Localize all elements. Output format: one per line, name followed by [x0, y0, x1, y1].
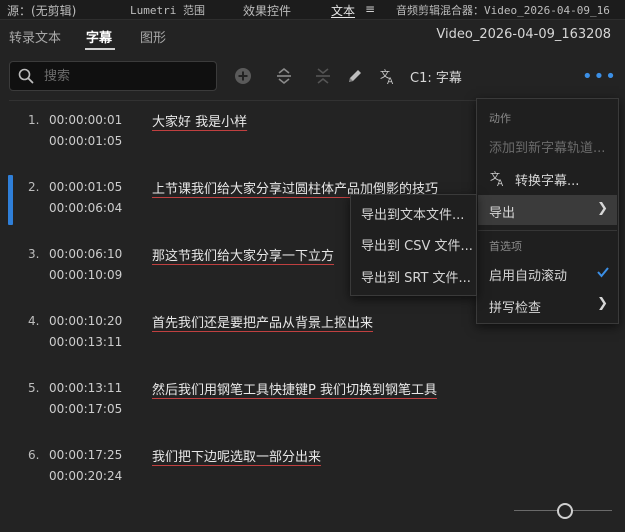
chevron-right-icon: ❯: [597, 296, 608, 311]
caption-number: 4.: [28, 314, 40, 328]
tab-captions[interactable]: 字幕: [86, 27, 112, 46]
caption-end-time[interactable]: 00:00:13:11: [49, 335, 122, 349]
caption-start-time[interactable]: 00:00:01:05: [49, 180, 122, 194]
caption-row[interactable]: 5. 00:00:13:11 00:00:17:05 然后我们用钢笔工具快捷键P…: [0, 378, 625, 440]
menu-divider: [478, 230, 617, 231]
active-tab-indicator: [85, 48, 115, 50]
tab-source[interactable]: 源：(无剪辑): [7, 2, 76, 19]
tab-audio-clip-mixer[interactable]: 音频剪辑混合器：Video_2026-04-09_16: [396, 2, 610, 18]
caption-number: 2.: [28, 180, 40, 194]
caption-text[interactable]: 然后我们用钢笔工具快捷键P 我们切换到钢笔工具: [152, 379, 437, 398]
menu-section-preferences: 首选项: [489, 240, 522, 253]
translate-icon[interactable]: 文A: [378, 66, 398, 86]
panel-tab-bar: 源：(无剪辑) Lumetri 范围 效果控件 文本 ≡ 音频剪辑混合器：Vid…: [0, 0, 625, 20]
menu-item-export[interactable]: 导出: [489, 202, 515, 221]
menu-item-export-srt[interactable]: 导出到 SRT 文件...: [361, 267, 471, 286]
svg-text:A: A: [497, 179, 504, 187]
caption-row[interactable]: 6. 00:00:17:25 00:00:20:24 我们把下边呢选取一部分出来: [0, 445, 625, 507]
add-icon[interactable]: [233, 66, 253, 86]
search-input[interactable]: [42, 65, 211, 87]
caption-start-time[interactable]: 00:00:10:20: [49, 314, 122, 328]
tab-lumetri-scopes[interactable]: Lumetri 范围: [130, 2, 205, 18]
caption-track-label[interactable]: C1: 字幕: [410, 67, 462, 86]
caption-start-time[interactable]: 00:00:17:25: [49, 448, 122, 462]
menu-item-add-to-new-track: 添加到新字幕轨道...: [489, 141, 606, 156]
caption-start-time[interactable]: 00:00:00:01: [49, 113, 122, 127]
merge-icon[interactable]: [313, 66, 333, 86]
search-box: [9, 61, 217, 91]
menu-item-convert-captions[interactable]: 转换字幕...: [515, 170, 579, 189]
menu-item-spellcheck[interactable]: 拼写检查: [489, 297, 541, 316]
caption-text[interactable]: 大家好 我是小样: [152, 111, 247, 130]
caption-end-time[interactable]: 00:00:10:09: [49, 268, 122, 282]
pencil-icon[interactable]: [345, 66, 365, 86]
caption-number: 6.: [28, 448, 40, 462]
caption-text[interactable]: 我们把下边呢选取一部分出来: [152, 446, 321, 465]
caption-end-time[interactable]: 00:00:06:04: [49, 201, 122, 215]
sequence-name: Video_2026-04-09_163208: [436, 27, 611, 42]
split-icon[interactable]: [274, 66, 294, 86]
caption-number: 5.: [28, 381, 40, 395]
tab-text[interactable]: 文本: [331, 2, 355, 19]
search-icon: [18, 68, 34, 88]
checkmark-icon: [596, 265, 610, 283]
tab-graphics[interactable]: 图形: [140, 27, 166, 46]
tab-effect-controls[interactable]: 效果控件: [243, 2, 291, 19]
menu-section-actions: 动作: [489, 112, 511, 125]
caption-end-time[interactable]: 00:00:20:24: [49, 469, 122, 483]
zoom-slider-handle[interactable]: [557, 503, 573, 519]
export-submenu: 导出到文本文件... 导出到 CSV 文件... 导出到 SRT 文件...: [350, 194, 477, 296]
menu-item-auto-scroll[interactable]: 启用自动滚动: [489, 265, 567, 284]
caption-text[interactable]: 首先我们还是要把产品从背景上抠出来: [152, 312, 373, 331]
more-icon[interactable]: •••: [582, 66, 617, 87]
text-panel-tabs: 转录文本 字幕 图形 Video_2026-04-09_163208: [0, 20, 625, 50]
caption-number: 1.: [28, 113, 40, 127]
caption-text[interactable]: 那这节我们给大家分享一下立方: [152, 245, 334, 264]
caption-end-time[interactable]: 00:00:17:05: [49, 402, 122, 416]
chevron-right-icon: ❯: [597, 201, 608, 216]
svg-text:A: A: [387, 77, 394, 85]
menu-item-export-csv[interactable]: 导出到 CSV 文件...: [361, 235, 473, 254]
caption-start-time[interactable]: 00:00:06:10: [49, 247, 122, 261]
caption-start-time[interactable]: 00:00:13:11: [49, 381, 122, 395]
tab-transcript[interactable]: 转录文本: [9, 27, 61, 46]
panel-menu-icon[interactable]: ≡: [365, 2, 375, 16]
menu-item-export-text[interactable]: 导出到文本文件...: [361, 204, 464, 223]
translate-icon: 文A: [489, 169, 507, 191]
panel-context-menu: 动作 添加到新字幕轨道... 文A 转换字幕... 导出 ❯ 首选项 启用自动滚…: [476, 98, 619, 324]
caption-end-time[interactable]: 00:00:01:05: [49, 134, 122, 148]
caption-number: 3.: [28, 247, 40, 261]
